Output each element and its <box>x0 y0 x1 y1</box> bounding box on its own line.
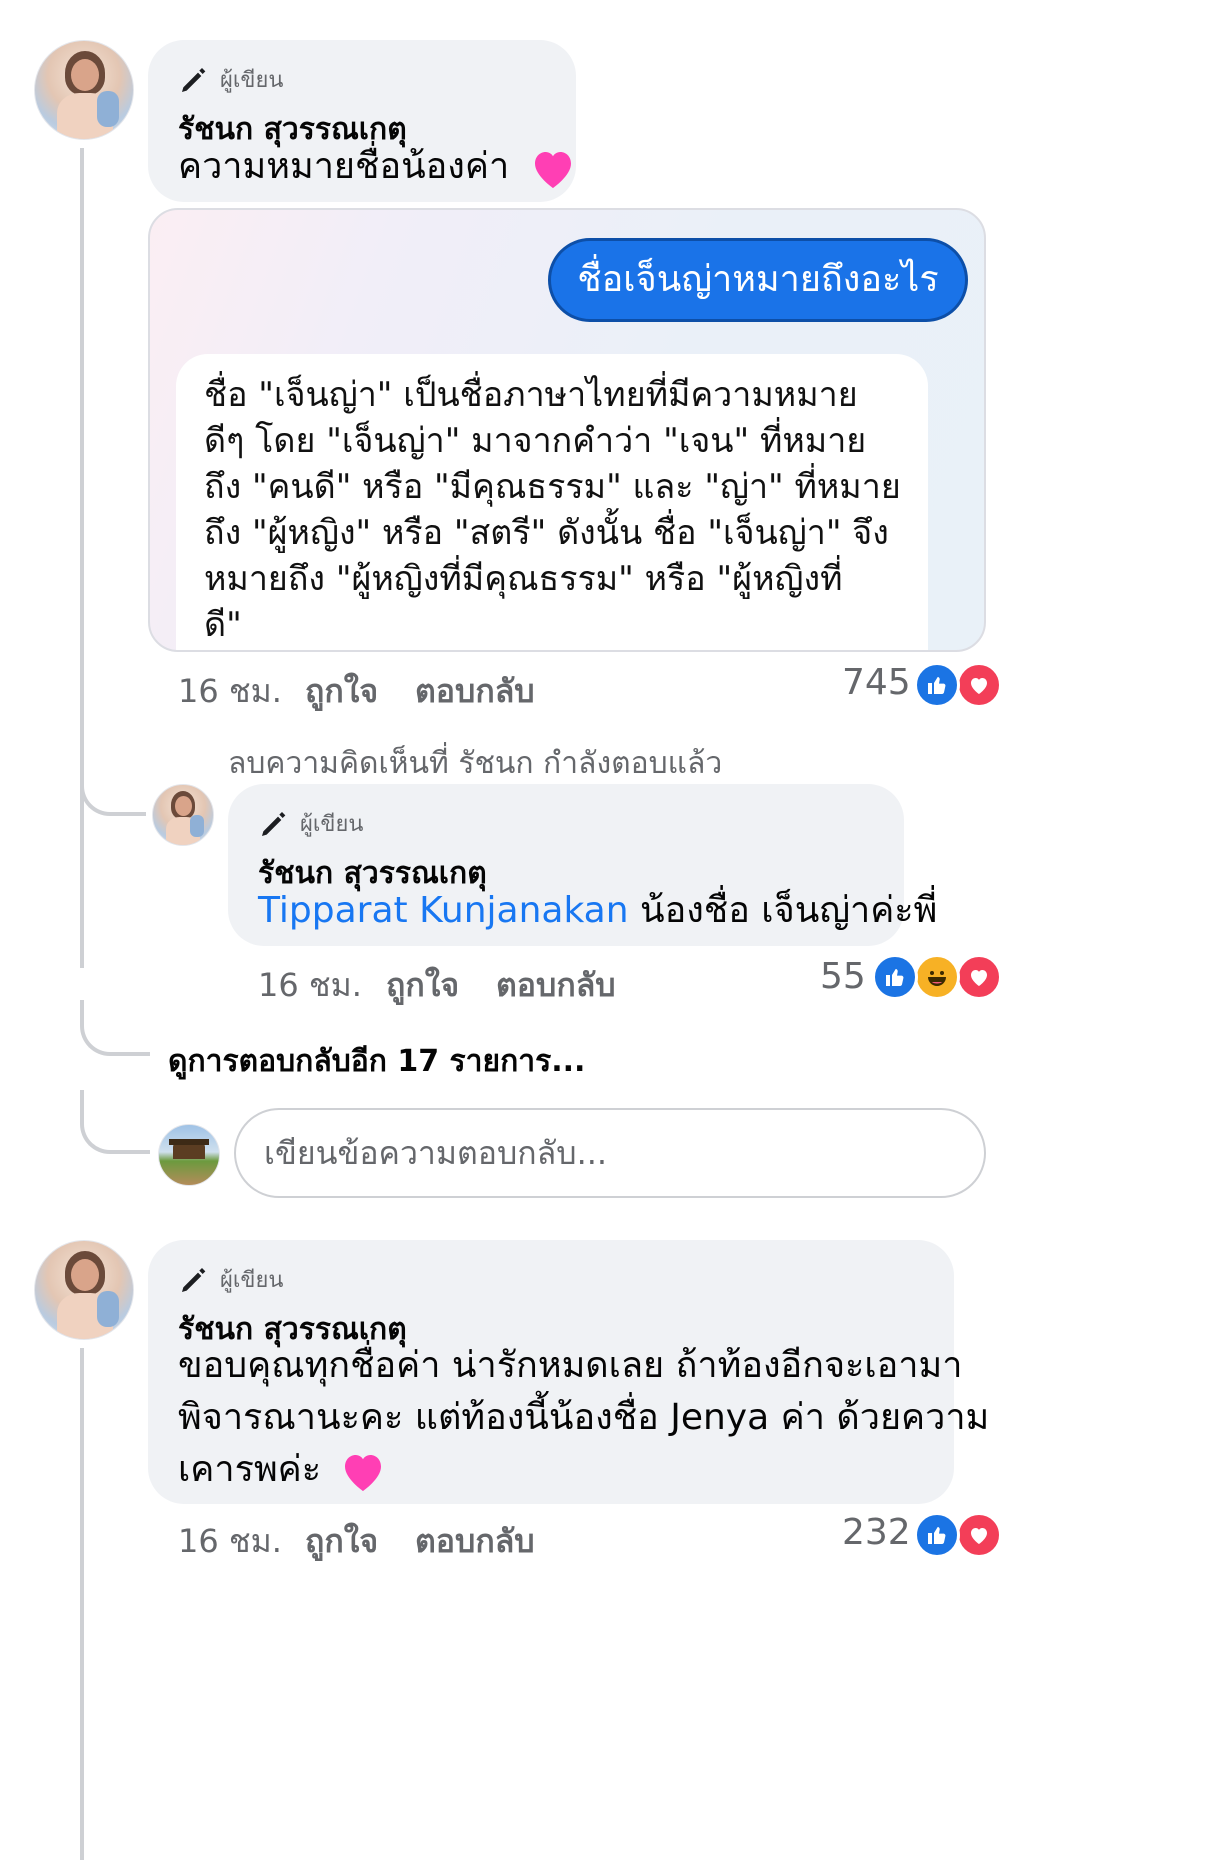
pen-icon <box>182 67 206 92</box>
reply-bubble: ผู้เขียน รัชนก สุวรรณเกตุ Tipparat Kunja… <box>228 784 937 946</box>
reaction-count[interactable]: 55 <box>820 956 866 997</box>
pen-icon <box>182 1267 206 1292</box>
current-user-avatar[interactable] <box>158 1124 220 1186</box>
comment-text: ความหมายชื่อน้องค่า <box>178 138 577 196</box>
love-reaction-icon[interactable] <box>956 1512 1002 1558</box>
love-reaction-icon[interactable] <box>956 662 1002 708</box>
answer-line: ถึง "คนดี" หรือ "มีคุณธรรม" และ "ญ่า" ที… <box>204 467 901 507</box>
author-badge-label: ผู้เขียน <box>220 68 284 93</box>
reply-button[interactable]: ตอบกลับ <box>496 960 616 1011</box>
thread-line <box>80 1348 84 1860</box>
answer-line: ชื่อ "เจ็นญ่า" เป็นชื่อภาษาไทยที่มีความห… <box>204 375 858 415</box>
thread-branch <box>80 760 146 816</box>
comment-bubble: ผู้เขียน รัชนก สุวรรณเกตุ ขอบคุณทุกชื่อค… <box>148 1240 989 1504</box>
answer-line: ดี" <box>204 605 242 645</box>
question-text: ชื่อเจ็นญ่าหมายถึงอะไร <box>577 259 939 300</box>
author-badge: ผู้เขียน <box>258 806 363 841</box>
comment-line: เคารพค่ะ <box>178 1444 989 1496</box>
author-badge-label: ผู้เขียน <box>300 812 364 837</box>
thread-branch <box>80 1090 150 1154</box>
comment-text-content: ความหมายชื่อน้องค่า <box>178 146 510 187</box>
view-more-replies-link[interactable]: ดูการตอบกลับอีก 17 รายการ... <box>168 1038 585 1085</box>
answer-line: หมายถึง "ผู้หญิงที่มีคุณธรรม" หรือ "ผู้ห… <box>204 559 843 599</box>
like-reaction-icon[interactable] <box>914 1512 960 1558</box>
avatar[interactable] <box>34 40 134 140</box>
question-bubble: ชื่อเจ็นญ่าหมายถึงอะไร <box>548 238 968 322</box>
like-button[interactable]: ถูกใจ <box>305 1516 378 1567</box>
answer-bubble: ชื่อ "เจ็นญ่า" เป็นชื่อภาษาไทยที่มีความห… <box>176 354 928 650</box>
comment-time[interactable]: 16 ชม. <box>178 1516 282 1567</box>
thread-line <box>80 148 84 968</box>
like-reaction-icon[interactable] <box>872 954 918 1000</box>
haha-reaction-icon[interactable] <box>914 954 960 1000</box>
reaction-count[interactable]: 232 <box>842 1512 911 1553</box>
pink-heart-icon <box>344 1455 381 1491</box>
reply-button[interactable]: ตอบกลับ <box>415 666 535 717</box>
reply-text: Tipparat Kunjanakan น้องชื่อ เจ็นญ่าค่ะพ… <box>258 882 937 940</box>
comment-time[interactable]: 16 ชม. <box>178 666 282 717</box>
avatar[interactable] <box>34 1240 134 1340</box>
reply-time[interactable]: 16 ชม. <box>258 960 362 1011</box>
comment-line-text: เคารพค่ะ <box>178 1449 322 1490</box>
comment-line: ขอบคุณทุกชื่อค่า น่ารักหมดเลย ถ้าท้องอีก… <box>178 1345 963 1386</box>
author-badge: ผู้เขียน <box>178 62 283 97</box>
like-button[interactable]: ถูกใจ <box>305 666 378 717</box>
comment-line: พิจารณานะคะ แต่ท้องนี้น้องชื่อ Jenya ค่า… <box>178 1397 990 1438</box>
love-reaction-icon[interactable] <box>956 954 1002 1000</box>
avatar[interactable] <box>152 784 214 846</box>
attached-screenshot[interactable]: ชื่อเจ็นญ่าหมายถึงอะไร ชื่อ "เจ็นญ่า" เป… <box>148 208 986 652</box>
pink-heart-icon <box>534 152 571 188</box>
like-reaction-icon[interactable] <box>914 662 960 708</box>
reply-input-placeholder: เขียนข้อความตอบกลับ... <box>264 1134 608 1172</box>
answer-line: ดีๆ โดย "เจ็นญ่า" มาจากคำว่า "เจน" ที่หม… <box>204 421 867 461</box>
reaction-count[interactable]: 745 <box>842 662 911 703</box>
like-button[interactable]: ถูกใจ <box>386 960 459 1011</box>
reply-text-content: น้องชื่อ เจ็นญ่าค่ะพี่ <box>640 890 938 931</box>
comment-bubble: ผู้เขียน รัชนก สุวรรณเกตุ ความหมายชื่อน้… <box>148 40 576 202</box>
pen-icon <box>262 811 286 836</box>
thread-branch <box>80 1000 150 1056</box>
mention-link[interactable]: Tipparat Kunjanakan <box>258 890 629 931</box>
answer-line: ถึง "ผู้หญิง" หรือ "สตรี" ดังนั้น ชื่อ "… <box>204 513 889 553</box>
comment-text: ขอบคุณทุกชื่อค่า น่ารักหมดเลย ถ้าท้องอีก… <box>178 1340 989 1496</box>
reply-input[interactable]: เขียนข้อความตอบกลับ... <box>234 1108 986 1198</box>
reply-button[interactable]: ตอบกลับ <box>415 1516 535 1567</box>
deleted-comment-notice: ลบความคิดเห็นที่ รัชนก กำลังตอบแล้ว <box>228 746 723 781</box>
answer-text: ชื่อ "เจ็นญ่า" เป็นชื่อภาษาไทยที่มีความห… <box>204 372 901 648</box>
author-badge: ผู้เขียน <box>178 1262 283 1297</box>
author-badge-label: ผู้เขียน <box>220 1268 284 1293</box>
